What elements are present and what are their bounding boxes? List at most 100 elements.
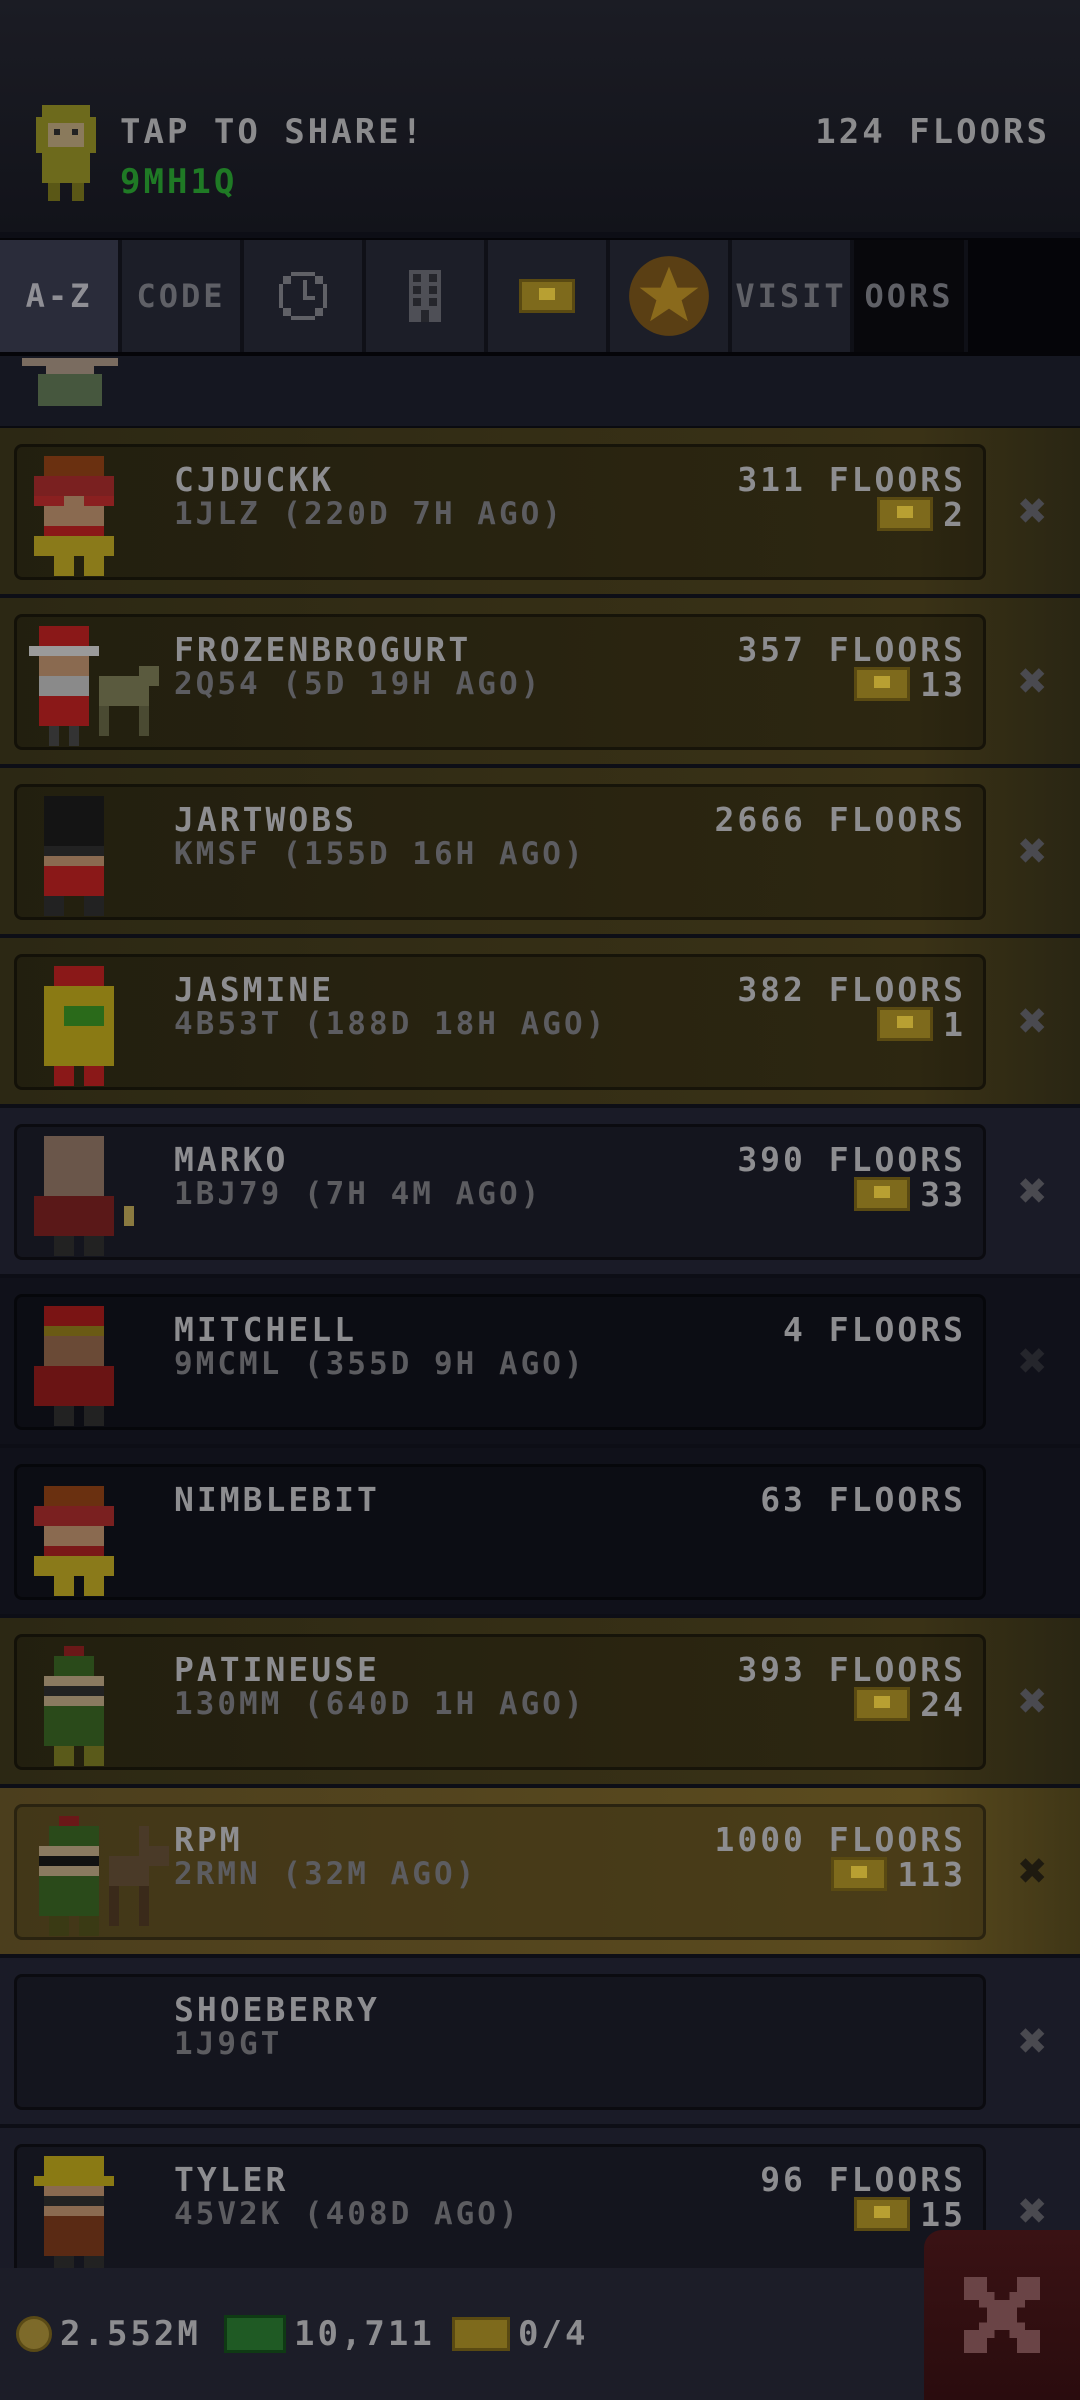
friend-bux: 15	[854, 2194, 966, 2234]
avatar-icon	[34, 1136, 134, 1256]
friend-name: JASMINE	[174, 970, 335, 1009]
friend-row[interactable]: CJDUCKK 1JLZ (220D 7H AGO) 311 FLOORS 2 …	[0, 428, 1080, 594]
friend-row[interactable]: PATINEUSE 130MM (640D 1H AGO) 393 FLOORS…	[0, 1618, 1080, 1784]
friend-floors: 2666 FLOORS	[714, 800, 966, 839]
tab-bux[interactable]	[488, 240, 610, 352]
close-button[interactable]	[924, 2230, 1080, 2400]
avatar-icon	[34, 1306, 114, 1426]
currency-bar: 2.552M 10,711 0/4	[0, 2268, 1080, 2400]
friend-code: 2RMN (32M AGO)	[174, 1856, 478, 1892]
tab-floors[interactable]: OORS	[854, 240, 968, 352]
tab-clock[interactable]	[244, 240, 366, 352]
friend-bux: 13	[854, 664, 966, 704]
friend-row[interactable]: RPM 2RMN (32M AGO) 1000 FLOORS 113 ✖	[0, 1788, 1080, 1954]
remove-friend-icon[interactable]: ✖	[1008, 1676, 1058, 1726]
tab-building[interactable]	[366, 240, 488, 352]
friend-floors: 4 FLOORS	[783, 1310, 966, 1349]
sort-tabs: A-Z CODE VISIT OORS	[0, 238, 1080, 356]
bux-count: 1	[943, 1004, 966, 1044]
friend-code: 2Q54 (5D 19H AGO)	[174, 666, 543, 702]
cash-icon	[224, 2315, 286, 2353]
friend-row[interactable]: MITCHELL 9MCML (355D 9H AGO) 4 FLOORS ✖	[0, 1278, 1080, 1444]
avatar-icon	[29, 626, 159, 746]
clock-icon	[279, 272, 327, 320]
bux-count: 2	[943, 494, 966, 534]
avatar-icon	[22, 358, 118, 406]
coin-icon	[16, 2316, 52, 2352]
remove-friend-icon[interactable]: ✖	[1008, 1336, 1058, 1386]
star-icon	[629, 256, 709, 336]
friend-code: 1BJ79 (7H 4M AGO)	[174, 1176, 543, 1212]
avatar-icon	[44, 966, 114, 1086]
friends-list[interactable]: CJDUCKK 1JLZ (220D 7H AGO) 311 FLOORS 2 …	[0, 356, 1080, 2268]
friend-name: CJDUCKK	[174, 460, 335, 499]
tap-to-share-label[interactable]: TAP TO SHARE!	[120, 112, 425, 152]
friend-name: MITCHELL	[174, 1310, 357, 1349]
bux-count: 24	[920, 1684, 966, 1724]
friend-name: RPM	[174, 1820, 243, 1859]
remove-friend-icon[interactable]: ✖	[1008, 656, 1058, 706]
friend-name: TYLER	[174, 2160, 289, 2199]
bux-icon	[831, 1857, 888, 1891]
remove-friend-icon[interactable]: ✖	[1008, 2016, 1058, 2066]
tab-a-z[interactable]: A-Z	[0, 240, 122, 352]
friend-row[interactable]: MARKO 1BJ79 (7H 4M AGO) 390 FLOORS 33 ✖	[0, 1108, 1080, 1274]
friend-row[interactable]: JARTWOBS KMSF (155D 16H AGO) 2666 FLOORS…	[0, 768, 1080, 934]
bux-icon	[877, 1007, 934, 1041]
cash-stat: 10,711	[224, 2314, 435, 2354]
friend-name: FROZENBROGURT	[174, 630, 472, 669]
bux-icon	[854, 667, 911, 701]
remove-friend-icon[interactable]: ✖	[1008, 2186, 1058, 2236]
avatar-icon	[34, 1486, 114, 1596]
avatar-icon	[44, 1646, 104, 1766]
friend-name: PATINEUSE	[174, 1650, 380, 1689]
bux-count: 15	[920, 2194, 966, 2234]
friend-name: NIMBLEBIT	[174, 1480, 380, 1519]
remove-friend-icon[interactable]: ✖	[1008, 1846, 1058, 1896]
bux-count: 33	[920, 1174, 966, 1214]
friend-row[interactable]: NIMBLEBIT 63 FLOORS	[0, 1448, 1080, 1614]
bux-icon	[877, 497, 934, 531]
my-floors-count: 124 FLOORS	[815, 112, 1050, 152]
friend-card[interactable]	[14, 1974, 986, 2110]
friend-name: MARKO	[174, 1140, 289, 1179]
friend-row[interactable]: FROZENBROGURT 2Q54 (5D 19H AGO) 357 FLOO…	[0, 598, 1080, 764]
remove-friend-icon[interactable]: ✖	[1008, 996, 1058, 1046]
friend-row[interactable]: JASMINE 4B53T (188D 18H AGO) 382 FLOORS …	[0, 938, 1080, 1104]
cash-value: 10,711	[294, 2314, 435, 2354]
friend-name: JARTWOBS	[174, 800, 357, 839]
remove-friend-icon[interactable]: ✖	[1008, 486, 1058, 536]
bux-icon	[854, 1177, 911, 1211]
friend-code: 1JLZ (220D 7H AGO)	[174, 496, 564, 532]
remove-friend-icon[interactable]: ✖	[1008, 1166, 1058, 1216]
remove-friend-icon[interactable]: ✖	[1008, 826, 1058, 876]
list-item-partial	[0, 356, 1080, 430]
friend-bux: 113	[831, 1854, 966, 1894]
building-icon	[409, 270, 441, 322]
coins-value: 2.552M	[60, 2314, 201, 2354]
close-icon	[964, 2277, 1040, 2353]
friend-code: 45V2K (408D AGO)	[174, 2196, 521, 2232]
friend-bux: 2	[877, 494, 966, 534]
friend-row[interactable]: SHOEBERRY 1J9GT ✖	[0, 1958, 1080, 2124]
player-avatar-icon[interactable]	[30, 105, 102, 201]
share-code[interactable]: 9MH1Q	[120, 162, 237, 202]
tab-star[interactable]	[610, 240, 732, 352]
bux-count: 13	[920, 664, 966, 704]
tab-code[interactable]: CODE	[122, 240, 244, 352]
avatar-icon	[34, 456, 114, 576]
friend-row[interactable]: TYLER 45V2K (408D AGO) 96 FLOORS 15 ✖	[0, 2128, 1080, 2268]
bux-count: 113	[897, 1854, 966, 1894]
avatar-icon	[44, 796, 104, 916]
header: TAP TO SHARE! 9MH1Q 124 FLOORS	[0, 0, 1080, 232]
avatar-icon	[39, 1816, 169, 1936]
tab-visit[interactable]: VISIT	[732, 240, 854, 352]
bux-icon	[854, 1687, 911, 1721]
coins-stat: 2.552M	[16, 2314, 201, 2354]
friend-name: SHOEBERRY	[174, 1990, 380, 2029]
friend-code: KMSF (155D 16H AGO)	[174, 836, 586, 872]
friend-code: 130MM (640D 1H AGO)	[174, 1686, 586, 1722]
friend-floors: 63 FLOORS	[760, 1480, 966, 1519]
friend-bux: 33	[854, 1174, 966, 1214]
friend-code: 1J9GT	[174, 2026, 283, 2062]
